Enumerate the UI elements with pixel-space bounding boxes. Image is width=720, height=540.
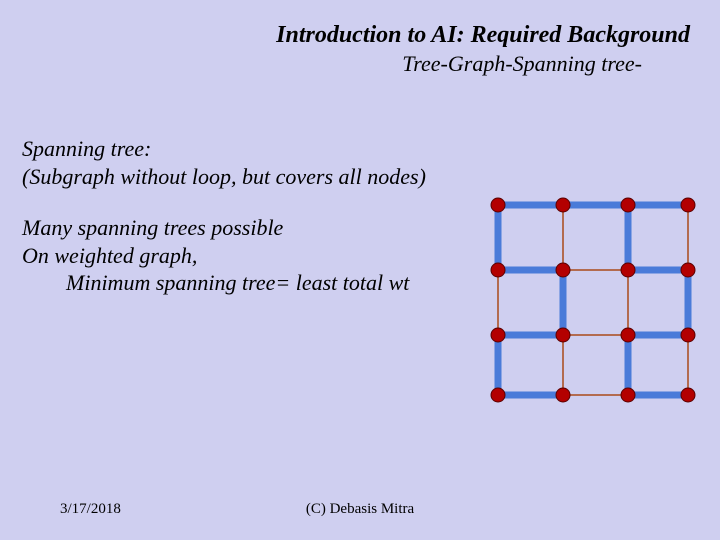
slide-title: Introduction to AI: Required Background bbox=[0, 22, 690, 49]
body-line-5: Minimum spanning tree= least total wt bbox=[22, 269, 426, 297]
body-line-4: On weighted graph, bbox=[22, 242, 426, 270]
body-line-2: (Subgraph without loop, but covers all n… bbox=[22, 163, 426, 191]
body-line-3: Many spanning trees possible bbox=[22, 214, 426, 242]
slide-body: Spanning tree: (Subgraph without loop, b… bbox=[22, 135, 426, 297]
body-line-1: Spanning tree: bbox=[22, 135, 426, 163]
slide-title-block: Introduction to AI: Required Background … bbox=[0, 22, 690, 77]
footer-copyright: (C) Debasis Mitra bbox=[0, 501, 720, 518]
slide-subtitle: Tree-Graph-Spanning tree- bbox=[0, 51, 690, 77]
spanning-tree-graph bbox=[488, 195, 698, 405]
